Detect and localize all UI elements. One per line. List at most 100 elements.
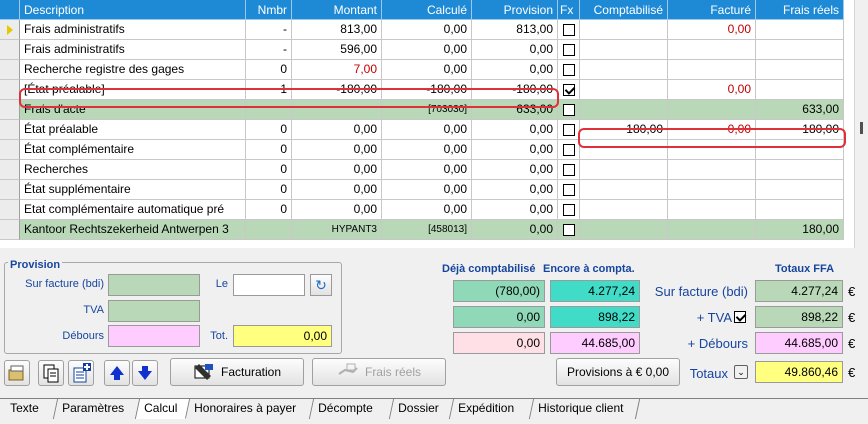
cell-desc: Recherches (20, 160, 246, 180)
cell-compta: 180,00 (580, 120, 668, 140)
column-header-fx[interactable]: Fx (558, 0, 580, 20)
table-row[interactable]: Kantoor Rechtszekerheid Antwerpen 3 HYPAN… (0, 220, 868, 240)
column-header-facture[interactable]: Facturé (668, 0, 756, 20)
cell-compta (580, 180, 668, 200)
encore-a-compta-header: Encore à compta. (543, 263, 635, 275)
encore-sur-facture-value: 4.277,24 (550, 280, 640, 302)
ffa-tva-value: 898,22 (755, 306, 843, 328)
cell-desc: Recherche registre des gages (20, 60, 246, 80)
table-row[interactable]: Etat complémentaire automatique pré 0 0,00… (0, 200, 868, 220)
tab-param-tres[interactable]: Paramètres (53, 399, 141, 419)
column-header-nmbr[interactable]: Nmbr (246, 0, 292, 20)
cell-calcule: 0,00 (382, 180, 472, 200)
tab-label: Calcul (144, 401, 178, 415)
cell-desc: État préalable (20, 120, 246, 140)
provisions-button[interactable]: Provisions à € 0,00 (556, 358, 680, 386)
cell-frais (756, 20, 844, 40)
tab-dossier[interactable]: Dossier (389, 399, 455, 419)
grid-vertical-scrollbar[interactable] (854, 0, 868, 248)
cell-provision: 0,00 (472, 180, 558, 200)
table-row[interactable]: Frais administratifs -596,00 0,00 0,00 (0, 40, 868, 60)
calculation-grid[interactable]: Description Nmbr Montant Calculé Provision Fx… (0, 0, 868, 248)
row-indicator (0, 40, 20, 60)
cell-montant: 813,00 (292, 20, 382, 40)
arrow-down-icon[interactable] (132, 360, 158, 386)
tva-checkbox[interactable] (734, 311, 746, 323)
fx-checkbox[interactable] (562, 24, 575, 36)
cell-facture (668, 60, 756, 80)
fx-checkbox[interactable] (562, 224, 575, 236)
table-row[interactable]: Recherche registre des gages 0 7,00 0,00 0,0… (0, 60, 868, 80)
add-row-icon[interactable] (68, 360, 94, 386)
provision-tva-field[interactable] (108, 300, 200, 322)
column-header-calcule[interactable]: Calculé (382, 0, 472, 20)
table-row[interactable]: Frais d'acte [703030] 633,00 633,00 (0, 100, 868, 120)
row-indicator (0, 160, 20, 180)
table-row[interactable]: [État préalable] 1 -180,00 -180,00 -180,00 0,… (0, 80, 868, 100)
tab-texte[interactable]: Texte (1, 399, 59, 419)
tab-calcul[interactable]: Calcul (135, 399, 191, 419)
folder-open-icon[interactable] (4, 360, 30, 386)
provision-date-field[interactable] (233, 274, 305, 296)
column-header-montant[interactable]: Montant (292, 0, 382, 20)
table-row[interactable]: État préalable 0 0,00 0,00 0,00 180,00 0,00 180… (0, 120, 868, 140)
ffa-debours-value: 44.685,00 (755, 332, 843, 354)
tab-exp-dition[interactable]: Expédition (449, 399, 535, 419)
frais-reels-button[interactable]: Frais réels (312, 358, 446, 386)
cell-fx (558, 140, 580, 160)
provision-sur-facture-field[interactable] (108, 274, 200, 296)
chevron-down-icon[interactable]: ⌄ (734, 365, 748, 379)
cell-desc: Etat complémentaire automatique pré (20, 200, 246, 220)
cell-provision: 0,00 (472, 160, 558, 180)
fx-checkbox[interactable] (562, 104, 575, 116)
cell-fx (558, 80, 580, 100)
fx-checkbox[interactable] (562, 44, 575, 56)
column-header-frais[interactable]: Frais réels (756, 0, 844, 20)
column-header-desc[interactable]: Description (20, 0, 246, 20)
cell-fx (558, 20, 580, 40)
cell-frais (756, 200, 844, 220)
cell-frais: 633,00 (756, 100, 844, 120)
table-row[interactable]: État supplémentaire 0 0,00 0,00 0,00 (0, 180, 868, 200)
ffa-tva-label: + TVA (696, 310, 732, 325)
ffa-sur-facture-value: 4.277,24 (755, 280, 843, 302)
cell-nmbr (246, 100, 292, 120)
cell-montant: -180,00 (292, 80, 382, 100)
cell-compta (580, 160, 668, 180)
fx-checkbox[interactable] (562, 84, 575, 96)
arrow-up-icon[interactable] (104, 360, 130, 386)
currency-symbol: € (848, 365, 856, 380)
fx-checkbox[interactable] (562, 184, 575, 196)
column-header-compta[interactable]: Comptabilisé (580, 0, 668, 20)
table-row[interactable]: Frais administratifs -813,00 0,00 813,00 0,0… (0, 20, 868, 40)
column-header-provision[interactable]: Provision (472, 0, 558, 20)
fx-checkbox[interactable] (562, 164, 575, 176)
fx-checkbox[interactable] (562, 144, 575, 156)
refresh-icon[interactable]: ↻ (310, 274, 332, 296)
row-indicator (0, 80, 20, 100)
cell-provision: 0,00 (472, 120, 558, 140)
copy-icon[interactable] (38, 360, 64, 386)
fx-checkbox[interactable] (562, 204, 575, 216)
cell-frais (756, 160, 844, 180)
cell-provision: -180,00 (472, 80, 558, 100)
cell-calcule: 0,00 (382, 40, 472, 60)
cell-montant: 7,00 (292, 60, 382, 80)
provision-debours-field[interactable] (108, 325, 200, 347)
provision-sur-facture-label: Sur facture (bdi) (25, 278, 104, 290)
tab-honoraires-payer[interactable]: Honoraires à payer (185, 399, 315, 419)
facturation-button[interactable]: Facturation (170, 358, 304, 386)
tab-historique-client[interactable]: Historique client (529, 399, 641, 419)
fx-checkbox[interactable] (562, 124, 575, 136)
grid-scroll-thumb[interactable] (860, 122, 863, 134)
invoice-icon (194, 364, 213, 380)
cell-compta (580, 60, 668, 80)
tab-d-compte[interactable]: Décompte (309, 399, 395, 419)
table-row[interactable]: Recherches 0 0,00 0,00 0,00 (0, 160, 868, 180)
cell-frais (756, 140, 844, 160)
fx-checkbox[interactable] (562, 64, 575, 76)
table-row[interactable]: État complémentaire 0 0,00 0,00 0,00 (0, 140, 868, 160)
row-indicator (0, 140, 20, 160)
totaux-label: Totaux (689, 366, 728, 381)
ffa-sur-facture-label: Sur facture (bdi) (654, 284, 748, 299)
